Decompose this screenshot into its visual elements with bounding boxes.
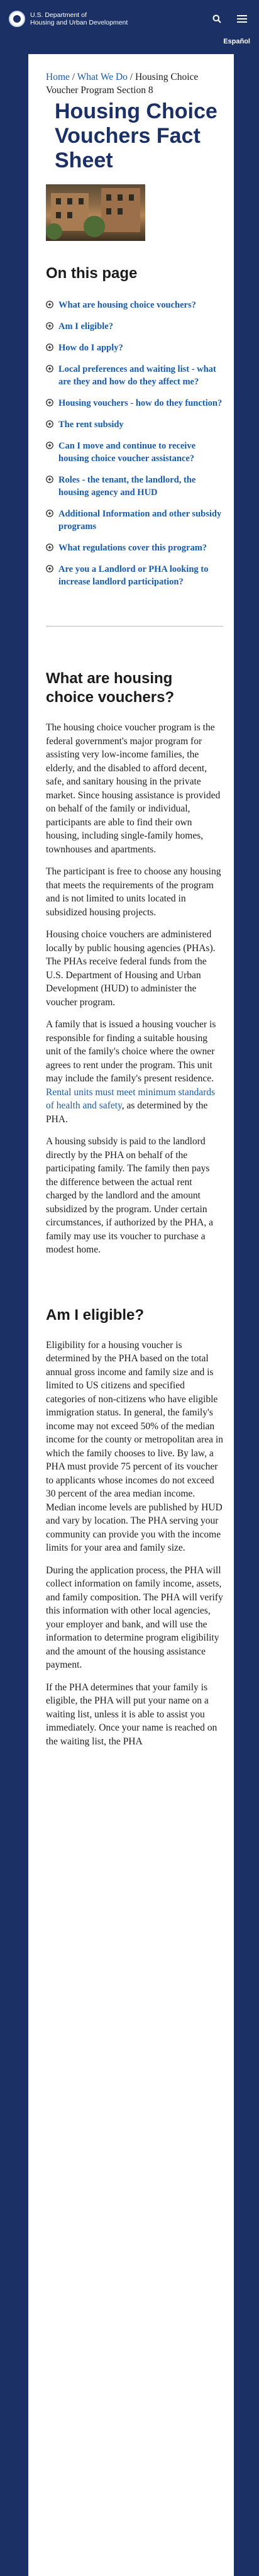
site-header: U.S. Department of Housing and Urban Dev… <box>0 0 259 38</box>
toc-item[interactable]: The rent subsidy <box>46 418 223 431</box>
paragraph: The housing choice voucher program is th… <box>46 722 221 855</box>
agency-name: U.S. Department of Housing and Urban Dev… <box>30 11 128 26</box>
page-title: Housing Choice Vouchers Fact Sheet <box>55 99 218 172</box>
toc-link[interactable]: Local preferences and waiting list - wha… <box>58 363 223 388</box>
section-what-are-vouchers: What are housing choice vouchers? The ho… <box>46 669 223 1257</box>
breadcrumb-separator: / <box>127 72 135 82</box>
paragraph: Housing choice vouchers are administered… <box>46 929 216 1008</box>
circle-plus-icon <box>46 343 53 351</box>
agency-name-line2: Housing and Urban Development <box>30 19 128 26</box>
paragraph: A family that is issued a housing vouche… <box>46 1018 223 1126</box>
circle-plus-icon <box>46 399 53 406</box>
toc-link[interactable]: What are housing choice vouchers? <box>58 299 196 311</box>
main-content: Home / What We Do / Housing Choice Vouch… <box>28 54 234 2576</box>
language-toggle-link[interactable]: Español <box>223 38 250 45</box>
hero-image-housing <box>46 184 145 241</box>
circle-plus-icon <box>46 565 53 572</box>
toc-link[interactable]: Are you a Landlord or PHA looking to inc… <box>58 563 223 588</box>
breadcrumb-what-we-do-link[interactable]: What We Do <box>77 72 128 82</box>
circle-plus-icon <box>46 476 53 483</box>
toc-item[interactable]: How do I apply? <box>46 342 223 354</box>
circle-plus-icon <box>46 442 53 449</box>
paragraph: The participant is free to choose any ho… <box>46 866 221 918</box>
toc-link[interactable]: What regulations cover this program? <box>58 542 207 554</box>
section-divider <box>46 626 223 627</box>
circle-plus-icon <box>46 544 53 551</box>
circle-plus-icon <box>46 322 53 330</box>
hud-seal-logo <box>9 11 25 27</box>
toc-item[interactable]: Roles - the tenant, the landlord, the ho… <box>46 474 223 499</box>
circle-plus-icon <box>46 510 53 517</box>
paragraph: During the application process, the PHA … <box>46 1564 223 1671</box>
breadcrumb-separator: / <box>69 72 77 82</box>
search-icon[interactable] <box>211 13 223 25</box>
toc-link[interactable]: Housing vouchers - how do they function? <box>58 397 222 410</box>
toc-link[interactable]: Roles - the tenant, the landlord, the ho… <box>58 474 223 499</box>
paragraph: A housing subsidy is paid to the landlor… <box>46 1136 213 1255</box>
toc-item[interactable]: Are you a Landlord or PHA looking to inc… <box>46 563 223 588</box>
paragraph: If the PHA determines that your family i… <box>46 1681 218 1747</box>
toc-link[interactable]: Am I eligible? <box>58 320 113 333</box>
circle-plus-icon <box>46 365 53 372</box>
toc-item[interactable]: Can I move and continue to receive housi… <box>46 440 223 465</box>
menu-icon[interactable] <box>236 13 248 25</box>
toc-item[interactable]: Additional Information and other subsidy… <box>46 508 223 533</box>
toc-item[interactable]: What regulations cover this program? <box>46 542 223 554</box>
agency-name-line1: U.S. Department of <box>30 11 87 19</box>
circle-plus-icon <box>46 420 53 428</box>
toc-link[interactable]: How do I apply? <box>58 342 123 354</box>
table-of-contents: What are housing choice vouchers? Am I e… <box>46 299 223 588</box>
paragraph: Eligibility for a housing voucher is det… <box>46 1339 223 1554</box>
on-this-page-heading: On this page <box>46 265 138 282</box>
toc-link[interactable]: The rent subsidy <box>58 418 124 431</box>
breadcrumb: Home / What We Do / Housing Choice Vouch… <box>46 70 223 97</box>
toc-item[interactable]: What are housing choice vouchers? <box>46 299 223 311</box>
section-heading: What are housing choice vouchers? <box>46 670 175 706</box>
toc-item[interactable]: Am I eligible? <box>46 320 223 333</box>
circle-plus-icon <box>46 301 53 308</box>
breadcrumb-home-link[interactable]: Home <box>46 72 70 82</box>
section-heading: Am I eligible? <box>46 1306 145 1324</box>
section-am-i-eligible: Am I eligible? Eligibility for a housing… <box>46 1306 223 1749</box>
toc-link[interactable]: Additional Information and other subsidy… <box>58 508 223 533</box>
toc-item[interactable]: Local preferences and waiting list - wha… <box>46 363 223 388</box>
paragraph-text: A family that is issued a housing vouche… <box>46 1019 216 1084</box>
toc-link[interactable]: Can I move and continue to receive housi… <box>58 440 223 465</box>
toc-item[interactable]: Housing vouchers - how do they function? <box>46 397 223 410</box>
hud-brand[interactable]: U.S. Department of Housing and Urban Dev… <box>9 11 128 27</box>
